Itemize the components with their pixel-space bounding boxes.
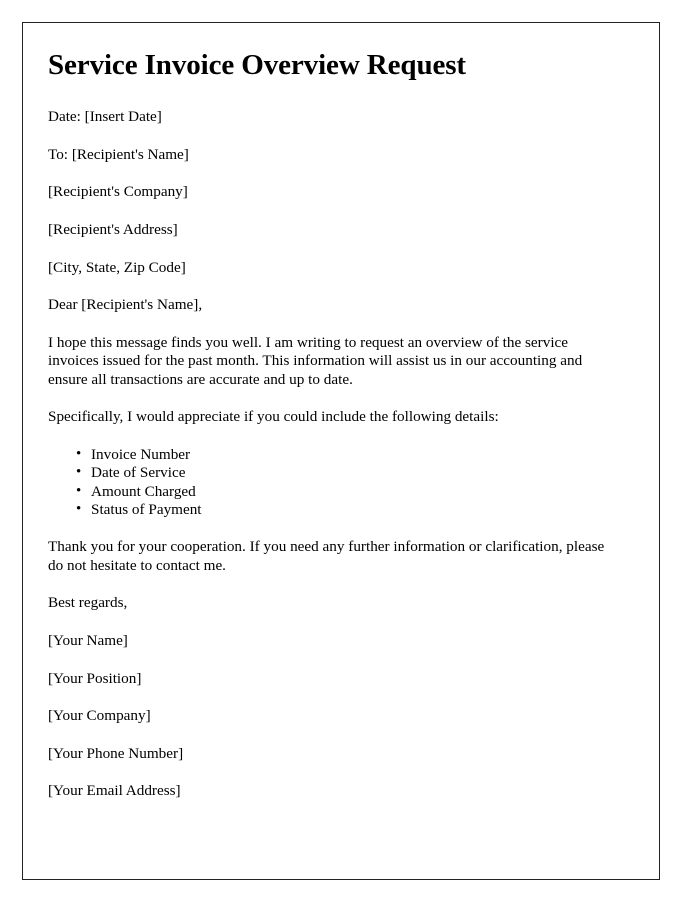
requested-details-list: Invoice Number Date of Service Amount Ch…: [48, 445, 613, 520]
signature-phone: [Your Phone Number]: [48, 744, 184, 762]
sign-off: Best regards,: [48, 594, 128, 612]
date-line: Date: [Insert Date]: [48, 108, 162, 126]
recipient-address-line: [Recipient's Address]: [48, 220, 178, 238]
list-item: Invoice Number: [76, 445, 613, 464]
signature-name: [Your Name]: [48, 632, 128, 650]
list-item: Amount Charged: [76, 482, 613, 501]
list-item: Status of Payment: [76, 500, 613, 519]
document-body: Service Invoice Overview Request Date: […: [23, 23, 659, 801]
signature-company: [Your Company]: [48, 707, 151, 725]
recipient-company-line: [Recipient's Company]: [48, 183, 188, 201]
opening-paragraph: I hope this message finds you well. I am…: [48, 333, 583, 388]
document-page: Service Invoice Overview Request Date: […: [22, 22, 660, 880]
signature-position: [Your Position]: [48, 669, 142, 687]
list-item: Date of Service: [76, 463, 613, 482]
recipient-city-state-zip-line: [City, State, Zip Code]: [48, 258, 186, 276]
signature-email: [Your Email Address]: [48, 782, 181, 800]
page-title: Service Invoice Overview Request: [48, 49, 466, 81]
recipient-name-line: To: [Recipient's Name]: [48, 145, 189, 163]
request-intro-paragraph: Specifically, I would appreciate if you …: [48, 408, 499, 426]
closing-paragraph: Thank you for your cooperation. If you n…: [48, 538, 605, 574]
salutation: Dear [Recipient's Name],: [48, 296, 203, 314]
